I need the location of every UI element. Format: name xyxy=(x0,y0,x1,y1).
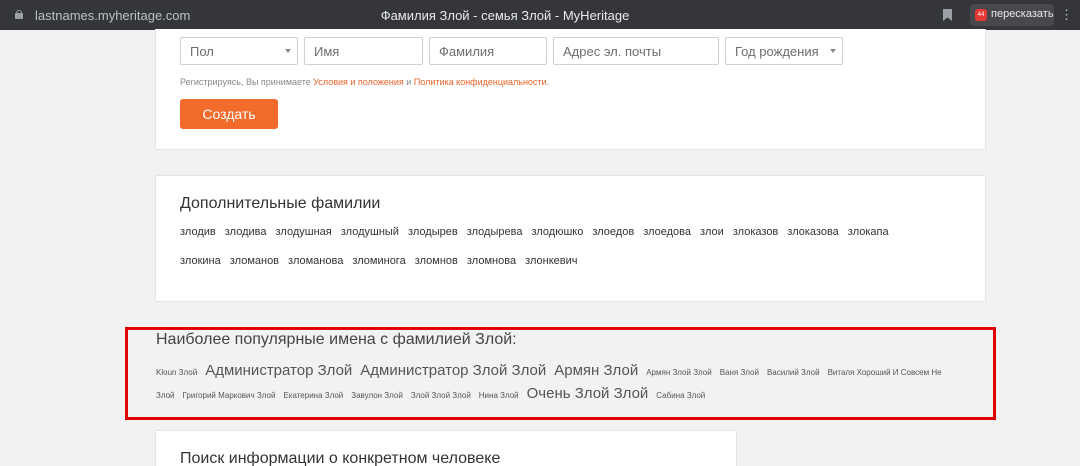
surname-link[interactable]: злодырев xyxy=(408,226,458,238)
surname-link[interactable]: зломанова xyxy=(288,255,343,267)
surname-link[interactable]: зломанов xyxy=(230,255,279,267)
gender-select[interactable]: Пол xyxy=(180,37,298,65)
birth-year-select[interactable]: Год рождения xyxy=(725,37,843,65)
surname-link[interactable]: злокапа xyxy=(848,226,889,238)
surname-link[interactable]: злодив xyxy=(180,226,216,238)
surname-link[interactable]: злоедов xyxy=(592,226,634,238)
surname-link[interactable]: злодюшко xyxy=(531,226,583,238)
surname-link[interactable]: злодушная xyxy=(276,226,332,238)
surname-link[interactable]: злонкевич xyxy=(525,255,577,267)
last-name-placeholder: Фамилия xyxy=(439,44,495,59)
surname-link[interactable]: злои xyxy=(700,226,724,238)
surname-list: злодив злодива злодушная злодушный злодырев з… xyxy=(180,226,898,238)
person-search-title: Поиск информации о конкретном человеке xyxy=(180,450,501,466)
chevron-down-icon xyxy=(285,49,291,53)
email-input[interactable]: Адрес эл. почты xyxy=(553,37,719,65)
surname-link[interactable]: злодырева xyxy=(467,226,523,238)
browser-toolbar: lastnames.myheritage.com Фамилия Злой - … xyxy=(0,0,1080,30)
terms-prefix: Регистрируясь, Вы принимаете xyxy=(180,77,314,87)
menu-icon[interactable]: ⋮ xyxy=(1060,8,1073,22)
surname-link[interactable]: зломнов xyxy=(415,255,458,267)
first-name-input[interactable]: Имя xyxy=(304,37,423,65)
surname-link[interactable]: злоказова xyxy=(787,226,839,238)
highlight-annotation xyxy=(125,327,996,420)
surname-list: злокина зломанов зломанова зломинога зломнов… xyxy=(180,255,587,267)
surname-link[interactable]: зломинога xyxy=(352,255,405,267)
email-placeholder: Адрес эл. почты xyxy=(563,44,662,59)
surname-link[interactable]: злоедова xyxy=(643,226,691,238)
privacy-link[interactable]: Политика конфиденциальности xyxy=(414,77,547,87)
retell-button[interactable]: 44 пересказать xyxy=(970,4,1054,26)
first-name-placeholder: Имя xyxy=(314,44,340,59)
birth-year-placeholder: Год рождения xyxy=(735,44,819,59)
terms-suffix: . xyxy=(546,77,550,87)
chevron-down-icon xyxy=(830,49,836,53)
surname-link[interactable]: злодушный xyxy=(341,226,399,238)
terms-link[interactable]: Условия и положения xyxy=(313,77,404,87)
terms-text: Регистрируясь, Вы принимаете Условия и п… xyxy=(180,77,549,87)
gender-placeholder: Пол xyxy=(190,44,214,59)
last-name-input[interactable]: Фамилия xyxy=(429,37,547,65)
page-title: Фамилия Злой - семья Злой - MyHeritage xyxy=(380,8,630,23)
surname-link[interactable]: зломнова xyxy=(467,255,516,267)
additional-surnames-title: Дополнительные фамилии xyxy=(180,195,381,212)
retell-label: пересказать xyxy=(991,8,1054,20)
terms-and: и xyxy=(403,77,414,87)
retell-badge-icon: 44 xyxy=(975,9,987,21)
create-button[interactable]: Создать xyxy=(180,99,278,129)
surname-link[interactable]: злокина xyxy=(180,255,221,267)
surname-link[interactable]: злодива xyxy=(225,226,267,238)
surname-link[interactable]: злоказов xyxy=(733,226,779,238)
